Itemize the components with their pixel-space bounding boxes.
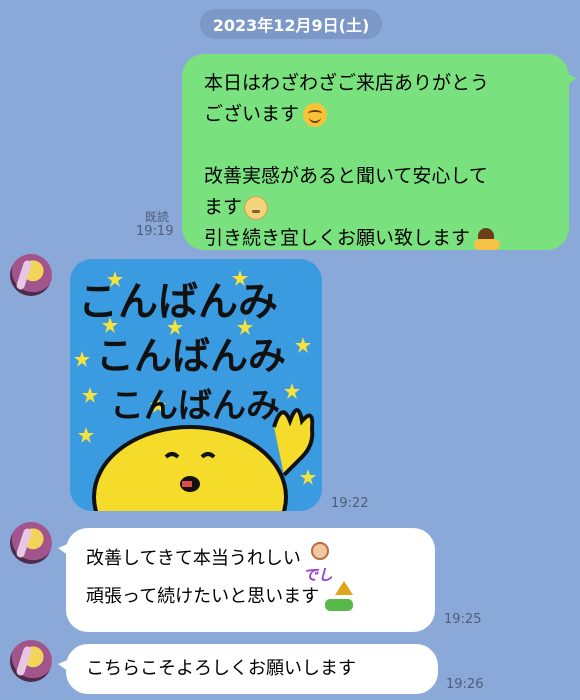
read-receipt: 既読	[145, 210, 170, 224]
message-time: 19:22	[331, 496, 369, 511]
message-line: ます	[204, 192, 551, 223]
avatar[interactable]	[10, 254, 52, 296]
message-line: 引き続き宜しくお願い致します	[204, 223, 551, 254]
message-time: 19:26	[446, 677, 484, 692]
avatar[interactable]	[10, 640, 52, 682]
message-line: 本日はわざわざご来店ありがとう	[204, 68, 551, 99]
sticker-text-1: こんばんみ	[78, 279, 278, 325]
message-text: ます	[204, 196, 243, 218]
bowing-person-icon	[474, 227, 501, 250]
sticker-drawing: こんばんみ こんばんみ こんばんみ	[74, 270, 316, 511]
message-text: 改善実感があると聞いて安心して	[204, 165, 488, 187]
message-text: ございます	[204, 103, 300, 125]
sticker-image[interactable]: こんばんみ こんばんみ こんばんみ	[70, 259, 322, 511]
smiling-face-icon	[303, 102, 328, 127]
avatar[interactable]	[10, 522, 52, 564]
message-line: 頑張って続けたいと思います	[86, 578, 417, 616]
incoming-message-bubble[interactable]: こちらこそよろしくお願いします	[58, 644, 438, 694]
message-line: 改善実感があると聞いて安心して	[204, 161, 551, 192]
date-separator: 2023年12月9日(土)	[200, 9, 382, 39]
outgoing-message-bubble[interactable]: 本日はわざわざご来店ありがとう ございます 改善実感があると聞いて安心して ます…	[182, 54, 577, 250]
message-time: 19:19	[136, 224, 174, 239]
message-time: 19:25	[444, 612, 482, 627]
message-text: 本日はわざわざご来店ありがとう	[204, 72, 490, 94]
sticker-text-3: こんばんみ	[110, 386, 280, 426]
message-line: ございます	[204, 99, 551, 130]
message-text: 頑張って続けたいと思います	[86, 586, 320, 607]
message-text: 引き続き宜しくお願い致します	[204, 227, 471, 249]
message-line: 改善してきて本当うれしい でし	[86, 540, 417, 584]
up-arrow-icon	[323, 581, 355, 613]
person-de-icon: でし	[303, 542, 343, 584]
incoming-message-bubble[interactable]: 改善してきて本当うれしい でし 頑張って続けたいと思います	[58, 528, 435, 632]
sticker-text-2: こんばんみ	[96, 334, 286, 378]
message-text: 改善してきて本当うれしい	[86, 548, 301, 569]
message-text: こちらこそよろしくお願いします	[86, 658, 356, 679]
relieved-face-icon	[244, 195, 269, 220]
